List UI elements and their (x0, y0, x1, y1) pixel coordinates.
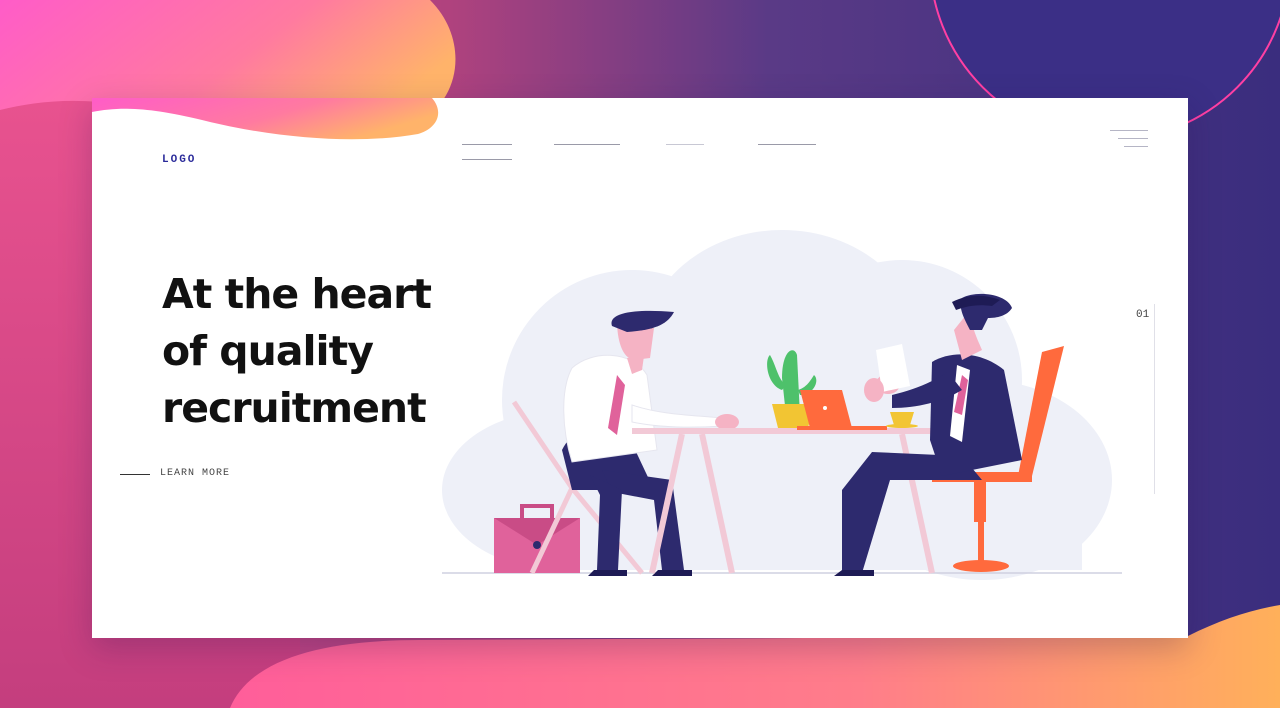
hamburger-icon-line (1118, 138, 1148, 139)
hamburger-icon-line (1124, 146, 1148, 147)
cta-dash (120, 474, 150, 475)
nav-item-work[interactable] (666, 138, 704, 145)
headline-line-2: of quality (162, 327, 374, 375)
page-number: 01 (1136, 309, 1150, 321)
page-scroll-bar[interactable] (1154, 304, 1155, 494)
hero-headline: At the heart of quality recruitment (162, 266, 462, 437)
nav-item-contact-mark (758, 144, 816, 145)
nav-item-about[interactable] (554, 138, 620, 145)
job-interview-illustration (442, 230, 1122, 580)
menu-button[interactable] (1110, 130, 1150, 150)
cta-label: LEARN MORE (160, 468, 231, 479)
nav-active-underline (462, 159, 512, 160)
nav-item-home[interactable] (462, 138, 512, 160)
logo[interactable]: LOGO (162, 154, 196, 166)
nav-item-home-mark (462, 144, 512, 145)
headline-line-1: At the heart (162, 270, 432, 318)
landing-card: LOGO At the heart of quality recruitment… (92, 98, 1188, 638)
nav-item-contact[interactable] (758, 138, 816, 145)
nav-item-work-mark (666, 144, 704, 145)
nav-item-about-mark (554, 144, 620, 145)
decorative-blob (92, 98, 439, 140)
headline-line-3: recruitment (162, 384, 427, 432)
hamburger-icon-line (1110, 130, 1148, 131)
page-indicator: 01 (1136, 304, 1155, 494)
